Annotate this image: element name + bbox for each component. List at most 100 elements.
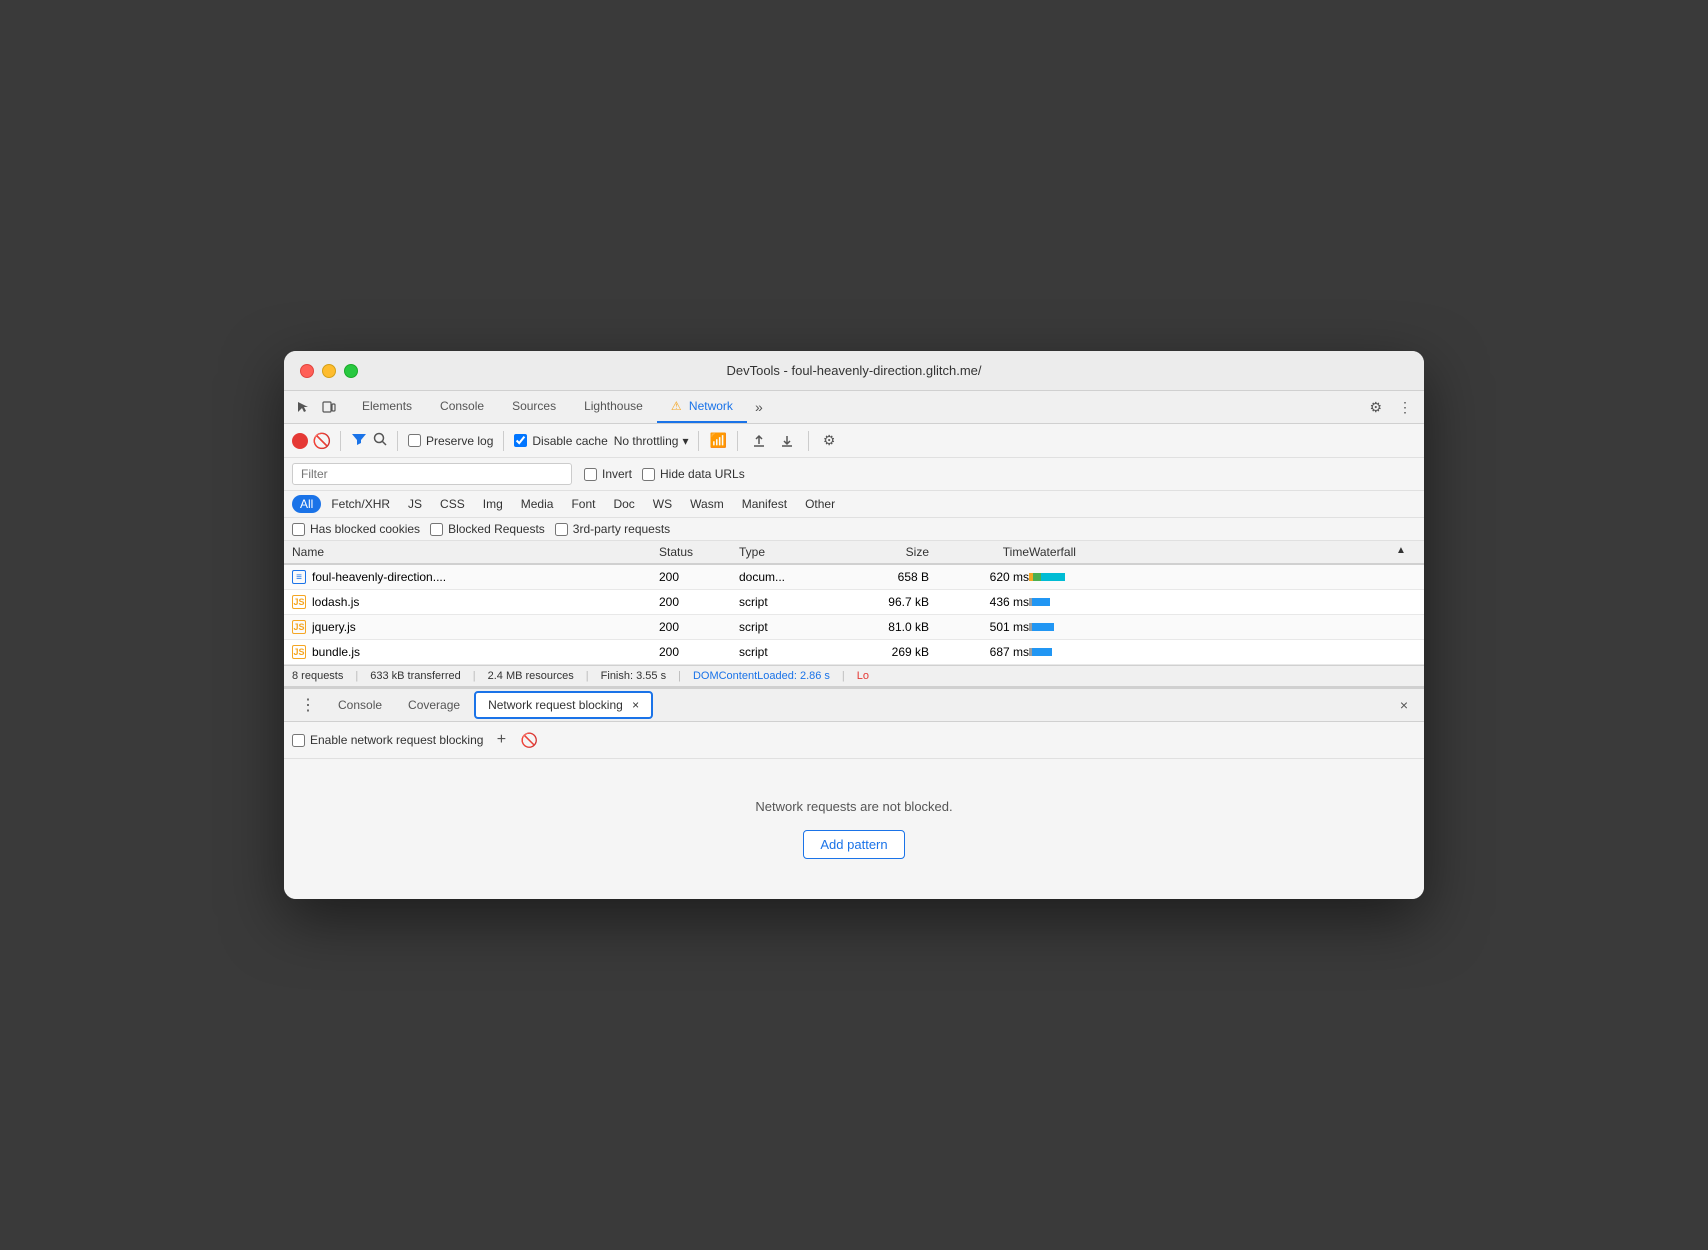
tab-sources[interactable]: Sources xyxy=(498,391,570,423)
tab-lighthouse[interactable]: Lighthouse xyxy=(570,391,657,423)
add-pattern-plus-icon[interactable]: + xyxy=(491,730,511,750)
row-time: 687 ms xyxy=(929,645,1029,659)
wifi-icon[interactable]: 📶 xyxy=(709,432,726,449)
disable-cache-label[interactable]: Disable cache xyxy=(514,434,607,448)
drawer-tab-network-request-blocking[interactable]: Network request blocking × xyxy=(474,691,653,719)
type-btn-fetch-xhr[interactable]: Fetch/XHR xyxy=(323,495,398,513)
invert-checkbox[interactable] xyxy=(584,468,597,481)
type-btn-font[interactable]: Font xyxy=(563,495,603,513)
preserve-log-label[interactable]: Preserve log xyxy=(408,434,493,448)
filter-icon[interactable] xyxy=(351,432,367,449)
more-options-icon[interactable]: ⋮ xyxy=(1394,395,1416,420)
row-type: script xyxy=(739,620,829,634)
device-toolbar-icon[interactable] xyxy=(318,396,340,418)
name-cell: JS jquery.js xyxy=(292,620,659,634)
dom-content-loaded: DOMContentLoaded: 2.86 s xyxy=(693,670,830,682)
network-table: Name Status Type Size Time Waterfall ▲ ≡… xyxy=(284,541,1424,665)
doc-icon: ≡ xyxy=(292,570,306,584)
js-icon: JS xyxy=(292,595,306,609)
table-row[interactable]: JS jquery.js 200 script 81.0 kB 501 ms xyxy=(284,615,1424,640)
type-btn-media[interactable]: Media xyxy=(513,495,562,513)
table-body: ≡ foul-heavenly-direction.... 200 docum.… xyxy=(284,565,1424,665)
drawer-close-icon[interactable]: × xyxy=(1392,693,1416,717)
download-icon[interactable] xyxy=(776,430,798,452)
row-status: 200 xyxy=(659,570,739,584)
table-row[interactable]: ≡ foul-heavenly-direction.... 200 docum.… xyxy=(284,565,1424,590)
more-tabs-button[interactable]: » xyxy=(747,391,771,423)
table-row[interactable]: JS bundle.js 200 script 269 kB 687 ms xyxy=(284,640,1424,665)
waterfall-cell xyxy=(1029,597,1396,607)
close-button[interactable] xyxy=(300,364,314,378)
hide-data-urls-checkbox[interactable] xyxy=(642,468,655,481)
row-time: 501 ms xyxy=(929,620,1029,634)
name-cell: JS lodash.js xyxy=(292,595,659,609)
type-btn-wasm[interactable]: Wasm xyxy=(682,495,732,513)
type-btn-doc[interactable]: Doc xyxy=(605,495,642,513)
upload-icon[interactable] xyxy=(748,430,770,452)
enable-blocking-checkbox[interactable] xyxy=(292,734,305,747)
record-button[interactable] xyxy=(292,433,308,449)
block-icon[interactable]: 🚫 xyxy=(519,730,539,750)
type-btn-other[interactable]: Other xyxy=(797,495,843,513)
main-tab-bar: Elements Console Sources Lighthouse ⚠ Ne… xyxy=(284,391,1424,424)
toolbar-actions: ⚙ ⋮ xyxy=(1365,395,1416,420)
filter-checkboxes: Invert Hide data URLs xyxy=(584,467,745,481)
table-row[interactable]: JS lodash.js 200 script 96.7 kB 436 ms xyxy=(284,590,1424,615)
resources-size: 2.4 MB resources xyxy=(488,670,574,682)
drawer-tab-console[interactable]: Console xyxy=(326,691,394,719)
row-size: 269 kB xyxy=(829,645,929,659)
type-btn-js[interactable]: JS xyxy=(400,495,430,513)
type-btn-img[interactable]: Img xyxy=(475,495,511,513)
tab-elements[interactable]: Elements xyxy=(348,391,426,423)
tab-network[interactable]: ⚠ Network xyxy=(657,391,747,423)
has-blocked-cookies-label[interactable]: Has blocked cookies xyxy=(292,522,420,536)
waterfall-bar xyxy=(1029,572,1065,582)
waterfall-cell xyxy=(1029,647,1396,657)
blocked-requests-label[interactable]: Blocked Requests xyxy=(430,522,545,536)
type-btn-ws[interactable]: WS xyxy=(645,495,680,513)
js-icon: JS xyxy=(292,645,306,659)
minimize-button[interactable] xyxy=(322,364,336,378)
maximize-button[interactable] xyxy=(344,364,358,378)
invert-label[interactable]: Invert xyxy=(584,467,632,481)
row-type: script xyxy=(739,645,829,659)
row-status: 200 xyxy=(659,595,739,609)
network-settings-icon[interactable]: ⚙ xyxy=(819,428,840,453)
enable-blocking-label[interactable]: Enable network request blocking xyxy=(292,733,483,747)
name-cell: JS bundle.js xyxy=(292,645,659,659)
type-btn-manifest[interactable]: Manifest xyxy=(734,495,795,513)
drawer-tab-close-icon[interactable]: × xyxy=(632,698,639,712)
transferred-size: 633 kB transferred xyxy=(370,670,461,682)
header-status: Status xyxy=(659,545,739,559)
header-name: Name xyxy=(292,545,659,559)
devtools-window: DevTools - foul-heavenly-direction.glitc… xyxy=(284,351,1424,899)
clear-button[interactable]: 🚫 xyxy=(314,433,330,449)
disable-cache-checkbox[interactable] xyxy=(514,434,527,447)
add-pattern-button[interactable]: Add pattern xyxy=(803,830,904,859)
table-header-row: Name Status Type Size Time Waterfall ▲ xyxy=(284,541,1424,565)
type-btn-all[interactable]: All xyxy=(292,495,321,513)
filter-input[interactable] xyxy=(292,463,572,485)
bottom-drawer: ⋮ Console Coverage Network request block… xyxy=(284,687,1424,899)
drawer-tab-coverage[interactable]: Coverage xyxy=(396,691,472,719)
type-btn-css[interactable]: CSS xyxy=(432,495,473,513)
third-party-checkbox[interactable] xyxy=(555,523,568,536)
drawer-more-icon[interactable]: ⋮ xyxy=(292,691,324,719)
tab-console[interactable]: Console xyxy=(426,391,498,423)
cursor-icon[interactable] xyxy=(292,396,314,418)
blocked-requests-checkbox[interactable] xyxy=(430,523,443,536)
has-blocked-cookies-checkbox[interactable] xyxy=(292,523,305,536)
preserve-log-checkbox[interactable] xyxy=(408,434,421,447)
search-icon[interactable] xyxy=(373,432,387,449)
throttle-select[interactable]: No throttling ▾ xyxy=(614,434,689,448)
settings-icon[interactable]: ⚙ xyxy=(1365,395,1386,420)
extra-filter-bar: Has blocked cookies Blocked Requests 3rd… xyxy=(284,518,1424,541)
hide-data-urls-label[interactable]: Hide data URLs xyxy=(642,467,745,481)
wf-segment-blue xyxy=(1032,623,1054,631)
js-icon: JS xyxy=(292,620,306,634)
sort-icon[interactable]: ▲ xyxy=(1396,545,1416,559)
wf-segment-teal xyxy=(1041,573,1065,581)
third-party-label[interactable]: 3rd-party requests xyxy=(555,522,670,536)
separator-3 xyxy=(503,431,504,451)
separator-4 xyxy=(698,431,699,451)
